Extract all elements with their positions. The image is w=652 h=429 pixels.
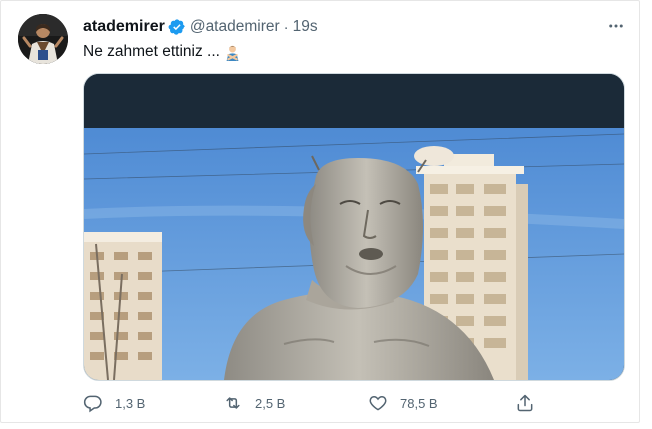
tweet-text-content: Ne zahmet ettiniz ... [83, 43, 220, 60]
tweet-timestamp[interactable]: 19s [293, 18, 318, 36]
tweet-media-image[interactable] [83, 73, 625, 381]
heart-icon [369, 395, 387, 411]
like-button[interactable]: 78,5 B [368, 393, 438, 413]
retweet-button[interactable]: 2,5 B [223, 393, 285, 413]
retweet-count: 2,5 B [255, 395, 286, 411]
author-handle[interactable]: @atademirer [190, 18, 280, 36]
tweet-actions-bar: 1,3 B 2,5 B 78,5 B [83, 391, 543, 415]
share-button[interactable] [515, 393, 535, 413]
verified-badge-icon [168, 19, 185, 35]
tweet-text: Ne zahmet ettiniz ... [83, 41, 241, 63]
reply-count: 1,3 B [115, 395, 146, 411]
more-horizontal-icon[interactable] [605, 17, 627, 35]
man-gesturing-no-emoji-icon [226, 45, 239, 61]
tweet-card[interactable]: atademirer @atademirer · 19s Ne zahmet e… [0, 0, 640, 423]
reply-button[interactable]: 1,3 B [83, 393, 145, 413]
like-count: 78,5 B [400, 395, 438, 411]
author-avatar[interactable] [18, 14, 68, 64]
tweet-header: atademirer @atademirer · 19s [83, 17, 318, 37]
share-icon [517, 394, 533, 412]
separator-dot: · [283, 18, 289, 36]
retweet-icon [226, 397, 240, 409]
reply-icon [83, 395, 102, 413]
author-name[interactable]: atademirer [83, 18, 165, 36]
